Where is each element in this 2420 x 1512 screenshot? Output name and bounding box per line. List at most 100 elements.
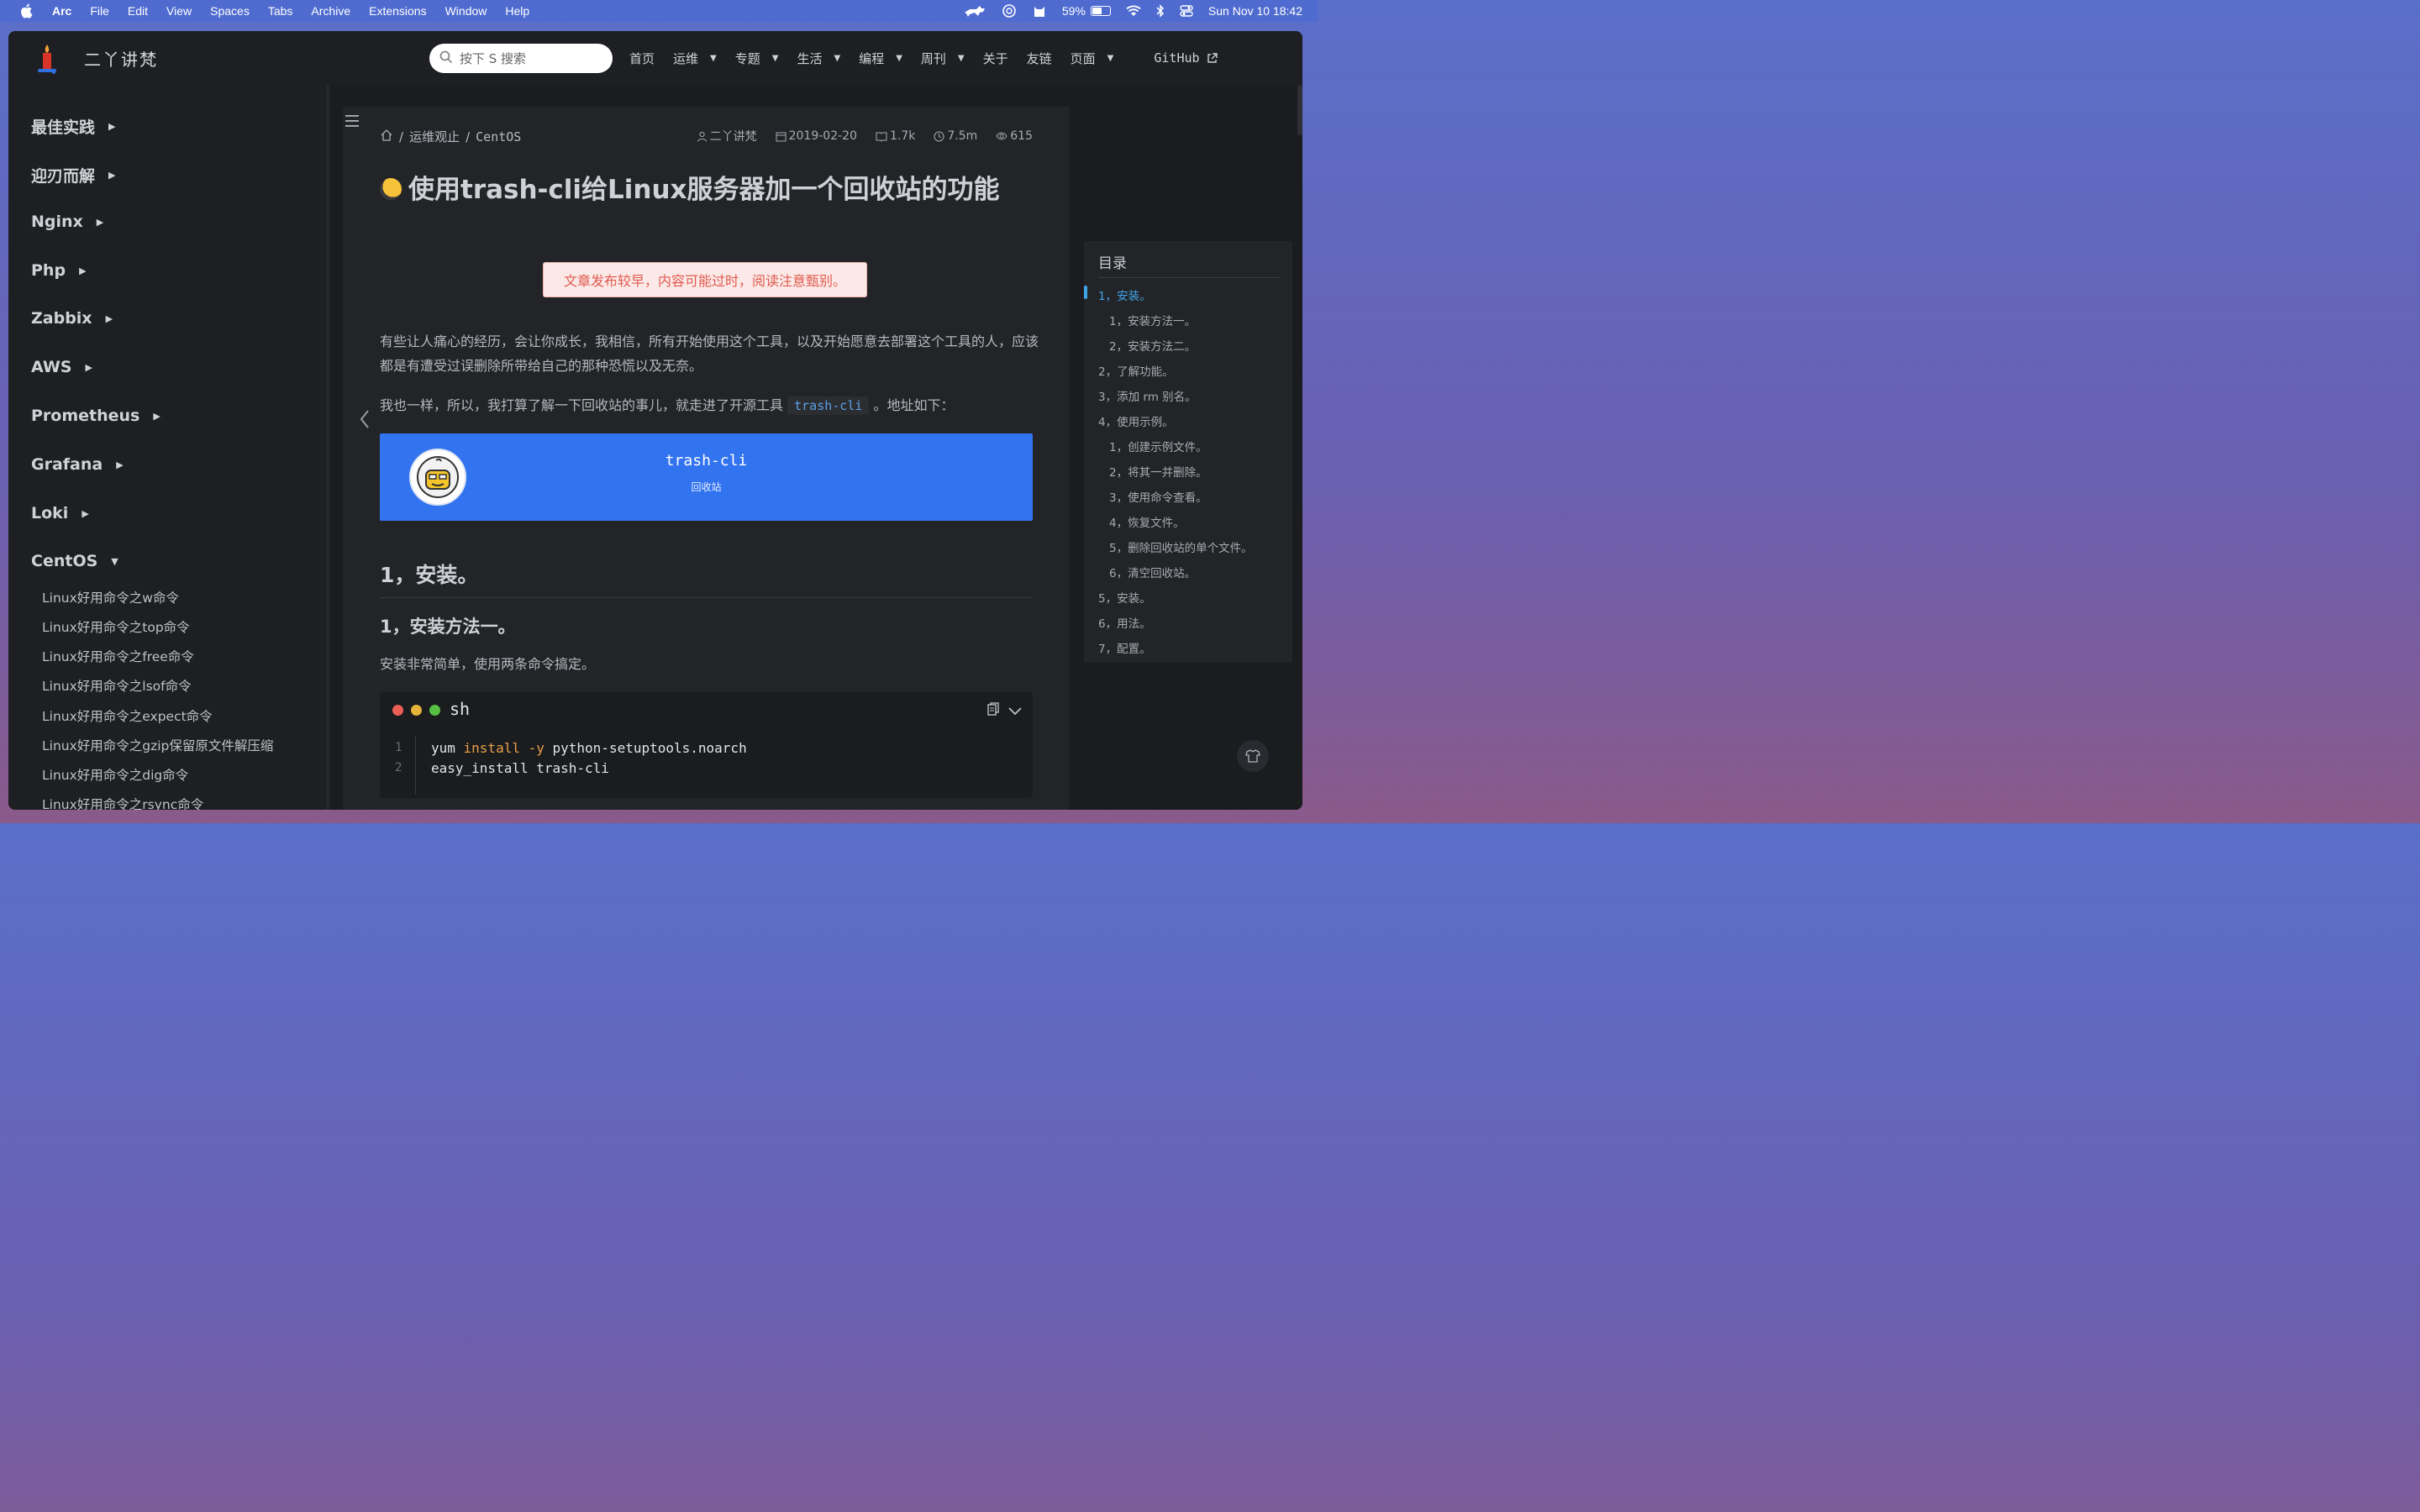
nav-label: 页面	[1070, 50, 1096, 66]
collapse-chevron-icon[interactable]	[1007, 703, 1023, 719]
menu-help[interactable]: Help	[505, 4, 529, 18]
caret-down-icon: ▼	[111, 555, 118, 567]
sidebar-item[interactable]: Linux好用命令之top命令	[42, 617, 190, 636]
toc-item[interactable]: 2，安装方法二。	[1109, 337, 1196, 354]
menu-file[interactable]: File	[90, 4, 109, 18]
page-scrollbar[interactable]	[1297, 85, 1302, 135]
nav-pages[interactable]: 页面 ▼	[1071, 50, 1114, 67]
code-line: easy_install trash-cli	[431, 760, 609, 776]
wifi-icon[interactable]	[1126, 5, 1141, 17]
menu-app-name[interactable]: Arc	[52, 4, 71, 18]
paragraph-text: 我也一样，所以，我打算了解一下回收站的事儿，就走进了开源工具	[380, 397, 784, 413]
toc-item[interactable]: 1，安装。	[1098, 286, 1151, 303]
site-header: 二丫讲梵 首页 运维 ▼ 专题 ▼ 生活 ▼ 编程 ▼ 周刊 ▼ 关于 友链 页面 ▼ Gi…	[8, 31, 1302, 86]
prev-article-arrow-icon[interactable]	[358, 407, 371, 431]
battery-fill	[1092, 8, 1102, 14]
nav-about[interactable]: 关于	[983, 50, 1008, 67]
sidebar-section-centos[interactable]: CentOS ▼	[31, 552, 118, 570]
toc-item[interactable]: 1，安装方法一。	[1109, 312, 1196, 328]
breadcrumb-centos[interactable]: CentOS	[476, 129, 521, 144]
openai-icon[interactable]	[1002, 3, 1017, 18]
toc-item[interactable]: 4，使用示例。	[1098, 412, 1174, 429]
toc-item[interactable]: 4，恢复文件。	[1109, 513, 1185, 530]
caret-down-icon: ▼	[771, 53, 779, 63]
menu-view[interactable]: View	[166, 4, 192, 18]
site-title[interactable]: 二丫讲梵	[84, 46, 158, 71]
candle-logo-icon[interactable]	[34, 43, 60, 76]
control-center-icon[interactable]	[1180, 5, 1193, 17]
moon-emoji-icon	[380, 178, 402, 200]
code-block: sh 1 2 yum install -y python-setuptools.…	[380, 692, 1033, 798]
nav-links[interactable]: 友链	[1027, 50, 1052, 67]
nav-topics[interactable]: 专题 ▼	[735, 50, 779, 67]
sidebar-item[interactable]: Linux好用命令之dig命令	[42, 765, 188, 784]
home-icon[interactable]	[380, 129, 393, 145]
bluetooth-icon[interactable]	[1156, 4, 1165, 18]
sidebar-section-nginx[interactable]: Nginx ▶	[31, 213, 103, 231]
theme-toggle-button[interactable]	[1237, 740, 1269, 772]
sidebar-section-loki[interactable]: Loki ▶	[31, 504, 89, 522]
menu-archive[interactable]: Archive	[311, 4, 350, 18]
menu-tabs[interactable]: Tabs	[268, 4, 293, 18]
menu-spaces[interactable]: Spaces	[210, 4, 250, 18]
sidebar-item[interactable]: Linux好用命令之w命令	[42, 588, 179, 606]
search-box[interactable]	[429, 44, 613, 73]
toc-item[interactable]: 6，用法。	[1098, 614, 1151, 631]
cat-face-icon[interactable]	[1032, 3, 1047, 18]
hamburger-menu-icon[interactable]	[345, 114, 360, 128]
sidebar-item[interactable]: Linux好用命令之free命令	[42, 647, 194, 665]
publish-date: 2019-02-20	[788, 129, 857, 143]
menu-extensions[interactable]: Extensions	[369, 4, 426, 18]
sidebar-section-zabbix[interactable]: Zabbix ▶	[31, 309, 113, 328]
sidebar-section-grafana[interactable]: Grafana ▶	[31, 455, 124, 474]
toc-item[interactable]: 6，清空回收站。	[1109, 564, 1196, 580]
toc-item[interactable]: 5，安装。	[1098, 589, 1151, 606]
sidebar-item[interactable]: Linux好用命令之expect命令	[42, 706, 213, 725]
sidebar-item[interactable]: Linux好用命令之lsof命令	[42, 676, 192, 695]
meta-read-time: 7.5m	[934, 129, 977, 143]
card-subtitle: 回收站	[691, 481, 722, 493]
repo-link-card[interactable]: trash-cli 回收站	[380, 433, 1033, 521]
menu-window[interactable]: Window	[445, 4, 487, 18]
sidebar-item[interactable]: Linux好用命令之gzip保留原文件解压缩	[42, 736, 273, 754]
nav-programming[interactable]: 编程 ▼	[859, 50, 902, 67]
sidebar-section-php[interactable]: Php ▶	[31, 261, 87, 280]
toc-item[interactable]: 5，删除回收站的单个文件。	[1109, 538, 1253, 555]
sidebar-item[interactable]: Linux好用命令之rsync命令	[42, 795, 203, 810]
yellow-dot	[411, 705, 422, 716]
sidebar-section-best-practice[interactable]: 最佳实践 ▶	[31, 115, 115, 138]
meta-author[interactable]: 二丫讲梵	[697, 128, 757, 144]
caret-down-icon: ▼	[957, 53, 965, 63]
toc-item[interactable]: 1，创建示例文件。	[1109, 438, 1207, 454]
caret-down-icon: ▼	[710, 53, 717, 63]
toc-item[interactable]: 3，添加 rm 别名。	[1098, 387, 1197, 404]
nav-ops[interactable]: 运维 ▼	[673, 50, 717, 67]
green-dot	[429, 705, 440, 716]
breadcrumb-ops[interactable]: 运维观止	[409, 128, 460, 145]
sidebar-section-prometheus[interactable]: Prometheus ▶	[31, 407, 160, 425]
sidebar-section-aws[interactable]: AWS ▶	[31, 358, 92, 376]
article-meta: 二丫讲梵 2019-02-20 1.7k 7.5m 615	[678, 128, 1033, 144]
paragraph: 安装非常简单，使用两条命令搞定。	[380, 656, 596, 672]
battery-status[interactable]: 59%	[1062, 4, 1111, 18]
menu-clock[interactable]: Sun Nov 10 18:42	[1208, 4, 1302, 18]
search-input[interactable]	[458, 50, 604, 67]
nav-home[interactable]: 首页	[629, 50, 655, 67]
nav-weekly[interactable]: 周刊 ▼	[921, 50, 965, 67]
nav-life[interactable]: 生活 ▼	[797, 50, 840, 67]
toc-item[interactable]: 2，将其一并删除。	[1109, 463, 1207, 480]
cat-status-icon[interactable]	[963, 4, 986, 18]
nav-github[interactable]: GitHub	[1154, 50, 1218, 66]
code-language: sh	[450, 699, 471, 719]
toc-item[interactable]: 2，了解功能。	[1098, 362, 1174, 379]
sidebar-section-label: AWS	[31, 358, 72, 376]
copy-icon[interactable]	[987, 702, 999, 719]
line-number: 1	[395, 741, 402, 754]
menu-edit[interactable]: Edit	[128, 4, 148, 18]
apple-icon[interactable]	[18, 3, 34, 18]
sidebar-section-label: Zabbix	[31, 309, 92, 328]
code-toolbar	[987, 702, 1023, 719]
sidebar-section-solutions[interactable]: 迎刃而解 ▶	[31, 164, 115, 186]
toc-item[interactable]: 3，使用命令查看。	[1109, 488, 1207, 505]
toc-item[interactable]: 7，配置。	[1098, 639, 1151, 656]
